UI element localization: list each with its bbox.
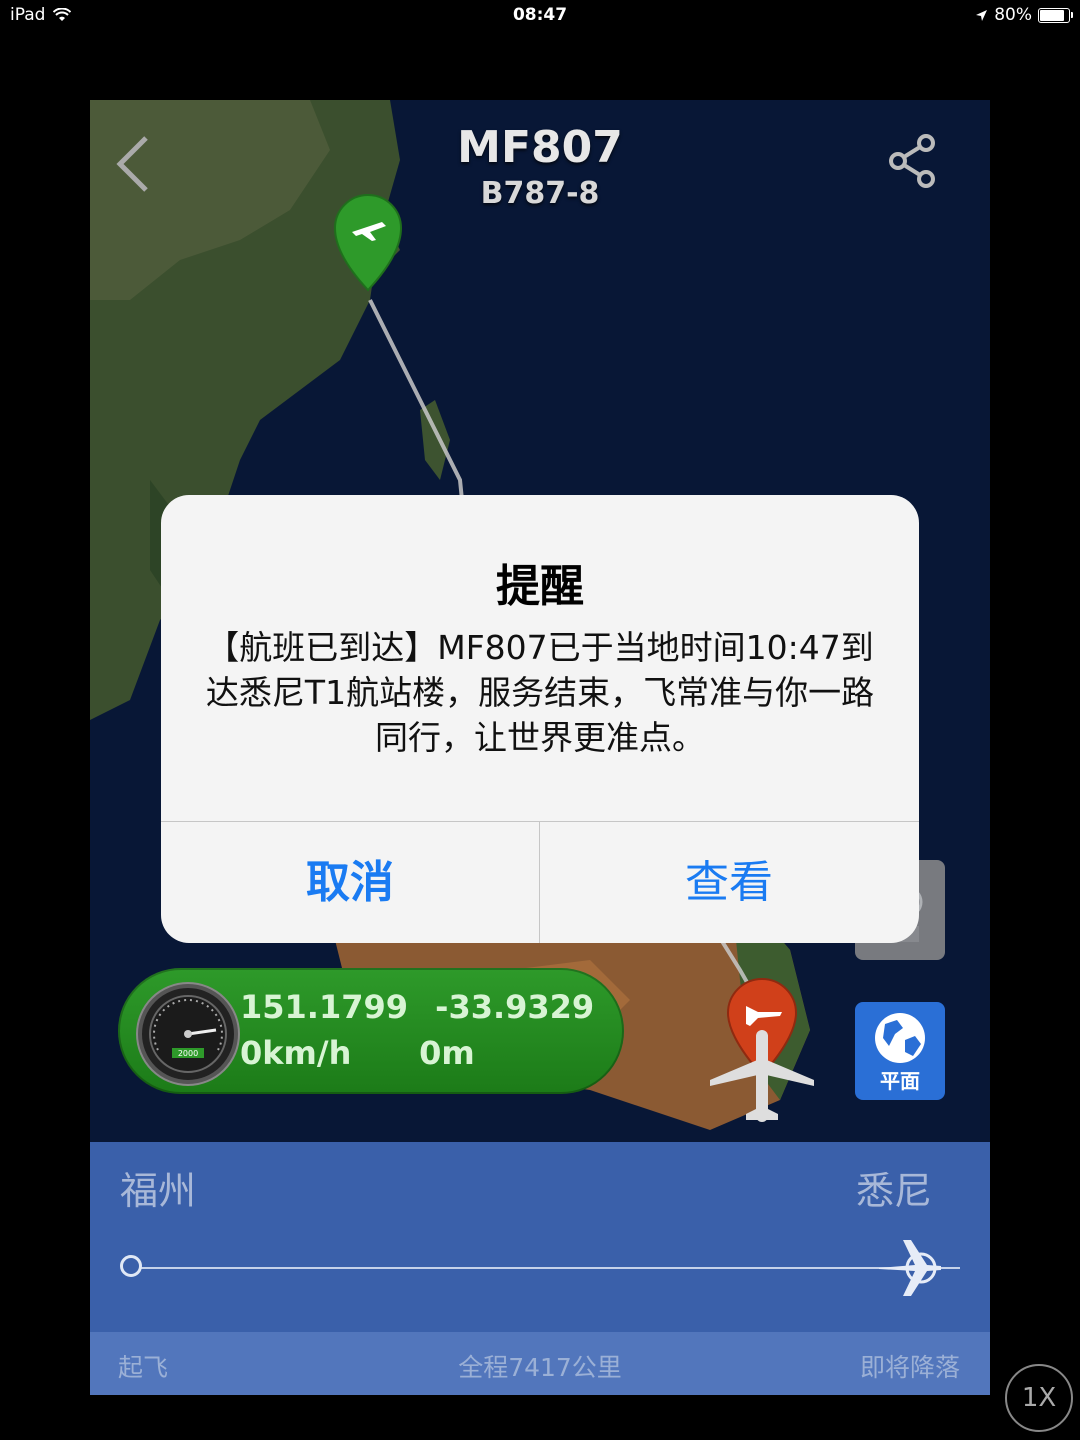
aircraft-type: B787-8 [480,176,600,211]
status-bar: iPad 08:47 80% [0,0,1080,30]
battery-percent: 80% [994,5,1032,25]
globe-icon [875,1013,925,1063]
playback-speed-button[interactable]: 1X [1005,1364,1073,1432]
altitude-value: 0m [419,1034,475,1072]
share-icon[interactable] [888,134,938,188]
longitude-value: 151.1799 [240,988,409,1026]
destination-city: 悉尼 [855,1169,932,1213]
location-icon [976,9,988,21]
route-panel: 福州 悉尼 [90,1142,990,1332]
total-distance: 全程7417公里 [458,1353,622,1382]
flight-number: MF807 [457,122,623,173]
landing-status: 即将降落 [859,1353,960,1382]
route-start-dot [120,1255,142,1277]
alert-dialog: 提醒 【航班已到达】MF807已于当地时间10:47到达悉尼T1航站楼，服务结束… [161,495,919,943]
speedometer-gauge: 2000 [138,984,238,1084]
route-progress-line [134,1267,960,1269]
flat-map-button[interactable]: 平面 [855,1002,945,1100]
cancel-button[interactable]: 取消 [161,822,539,943]
alert-message: 【航班已到达】MF807已于当地时间10:47到达悉尼T1航站楼，服务结束，飞常… [205,628,875,757]
progress-labels: 起飞 全程7417公里 即将降落 [90,1332,990,1395]
alert-title: 提醒 [496,561,584,612]
speed-value: 0km/h [240,1034,352,1072]
view-button[interactable]: 查看 [540,822,918,943]
plane-icon [879,1240,941,1296]
telemetry-panel: 2000 151.1799 -33.9329 0km/h 0m [118,968,624,1094]
latitude-value: -33.9329 [435,988,595,1026]
battery-icon [1038,7,1073,23]
battery-fill [1040,9,1064,21]
flat-map-label: 平面 [880,1069,920,1093]
origin-city: 福州 [120,1169,197,1213]
clock: 08:47 [512,5,568,25]
gauge-label: 2000 [178,1049,198,1058]
